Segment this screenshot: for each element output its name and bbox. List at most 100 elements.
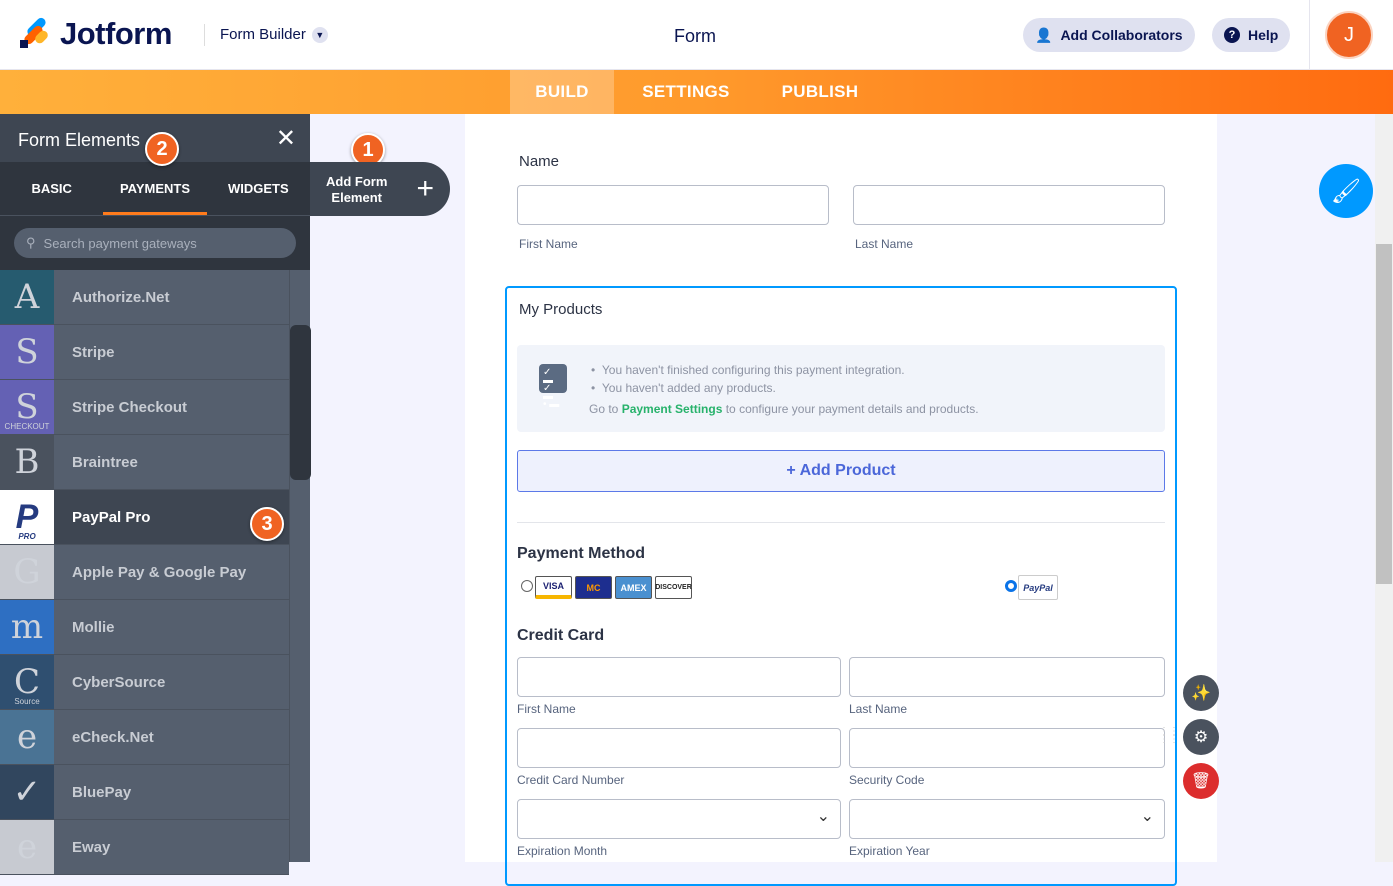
user-icon: 👤: [1035, 26, 1053, 43]
panel-scrollbar[interactable]: [289, 270, 311, 862]
warning-line-1: • You haven't finished configuring this …: [591, 363, 905, 377]
gateway-item[interactable]: G Apple Pay & Google Pay: [0, 545, 289, 600]
gateway-item[interactable]: A Authorize.Net: [0, 270, 289, 325]
step-badge-3: 3: [250, 507, 284, 541]
drag-handle-icon[interactable]: ⋮⋮ ⋮⋮: [1159, 727, 1179, 745]
tab-build[interactable]: BUILD: [510, 70, 614, 114]
panel-title: Form Elements: [18, 130, 141, 150]
expiration-month-select[interactable]: [517, 799, 841, 839]
gateway-label: eCheck.Net: [72, 728, 154, 746]
help-icon: ?: [1224, 27, 1240, 43]
help-label: Help: [1248, 27, 1279, 43]
gateway-logo-icon: ✓: [0, 765, 54, 819]
trash-icon[interactable]: 🗑: [1183, 763, 1219, 799]
step-badge-2: 2: [145, 132, 179, 166]
gateway-logo-icon: B: [0, 435, 54, 489]
tab-settings[interactable]: SETTINGS: [626, 70, 746, 114]
payment-warning: ✓ ▬ ✓ ▬ • ▬ • You haven't finished configu…: [517, 345, 1165, 432]
security-code-sublabel: Security Code: [849, 773, 925, 787]
products-label: My Products: [519, 301, 603, 318]
help-button[interactable]: ? Help: [1212, 18, 1291, 52]
paypal-logo: PayPal: [1018, 575, 1058, 600]
cc-first-name-input[interactable]: [517, 657, 841, 697]
credit-card-radio[interactable]: [521, 580, 533, 592]
gateway-item[interactable]: B Braintree: [0, 435, 289, 490]
expiration-month-sublabel: Expiration Month: [517, 844, 608, 858]
gateway-item[interactable]: P PRO PayPal Pro: [0, 490, 289, 545]
wand-icon[interactable]: ✨: [1183, 675, 1219, 711]
divider: [517, 522, 1165, 523]
gateway-label: Authorize.Net: [72, 288, 170, 306]
form-builder-dropdown[interactable]: Form Builder ▼: [220, 26, 328, 43]
form-elements-panel: Form Elements ✕ BASIC PAYMENTS WIDGETS ⚲ S…: [0, 114, 311, 875]
form-title[interactable]: Form: [674, 26, 716, 47]
page-scrollbar[interactable]: [1375, 114, 1393, 862]
expiration-year-select[interactable]: [849, 799, 1165, 839]
scrollbar-thumb[interactable]: [290, 325, 311, 480]
main-nav: BUILD SETTINGS PUBLISH: [0, 70, 1393, 114]
security-code-input[interactable]: [849, 728, 1165, 768]
add-collaborators-button[interactable]: 👤 Add Collaborators: [1023, 18, 1195, 52]
payment-settings-link[interactable]: Payment Settings: [622, 402, 723, 416]
amex-card-icon: AMEX: [615, 576, 652, 599]
top-header: Jotform Form Builder ▼ Form 👤 Add Collabor…: [0, 0, 1393, 70]
gateway-logo-icon: S CHECKOUT: [0, 380, 54, 434]
divider: [204, 24, 205, 46]
gateway-label: Apple Pay & Google Pay: [72, 563, 247, 581]
paint-roller-icon[interactable]: 🖌: [1319, 164, 1373, 218]
search-input[interactable]: ⚲ Search payment gateways: [14, 228, 296, 258]
tab-basic[interactable]: BASIC: [0, 162, 103, 215]
gateway-label: Braintree: [72, 453, 138, 471]
add-product-button[interactable]: + Add Product: [517, 450, 1165, 492]
visa-card-icon: VISA: [535, 576, 572, 599]
gateway-item[interactable]: S Stripe: [0, 325, 289, 380]
gateway-item[interactable]: m Mollie: [0, 600, 289, 655]
gateway-item[interactable]: e eCheck.Net: [0, 710, 289, 765]
close-icon[interactable]: ✕: [276, 124, 296, 153]
cc-last-name-input[interactable]: [849, 657, 1165, 697]
last-name-sublabel: Last Name: [855, 237, 914, 251]
gateway-item[interactable]: C Source CyberSource: [0, 655, 289, 710]
payment-method-label: Payment Method: [517, 545, 646, 562]
gateway-list: A Authorize.Net S Stripe S CHECKOUT Stripe Che…: [0, 270, 289, 875]
search-wrapper: ⚲ Search payment gateways: [0, 216, 310, 272]
cc-number-sublabel: Credit Card Number: [517, 773, 625, 787]
plus-icon: +: [416, 172, 434, 205]
search-placeholder: Search payment gateways: [43, 235, 197, 251]
add-form-element-button[interactable]: Add Form Element +: [310, 162, 450, 216]
add-element-label-2: Element: [331, 190, 382, 205]
avatar[interactable]: J: [1325, 11, 1373, 59]
gateway-item[interactable]: e Eway: [0, 820, 289, 875]
first-name-input[interactable]: [517, 185, 829, 225]
gateway-item[interactable]: ✓ BluePay: [0, 765, 289, 820]
tab-payments[interactable]: PAYMENTS: [103, 162, 207, 215]
paypal-radio[interactable]: [1005, 580, 1017, 592]
checklist-icon: ✓ ▬ ✓ ▬ • ▬: [539, 364, 567, 410]
gateway-logo-icon: e: [0, 710, 54, 764]
gateway-label: Stripe: [72, 343, 115, 361]
search-icon: ⚲: [26, 235, 36, 250]
mastercard-icon: MC: [575, 576, 612, 599]
discover-card-icon: DISCOVER: [655, 576, 692, 599]
gateway-label: Mollie: [72, 618, 115, 636]
tab-widgets[interactable]: WIDGETS: [207, 162, 310, 215]
gateway-item[interactable]: S CHECKOUT Stripe Checkout: [0, 380, 289, 435]
gear-icon[interactable]: ⚙: [1183, 719, 1219, 755]
cc-first-name-sublabel: First Name: [517, 702, 576, 716]
gateway-label: PayPal Pro: [72, 508, 151, 526]
tab-publish[interactable]: PUBLISH: [768, 70, 872, 114]
last-name-input[interactable]: [853, 185, 1165, 225]
gateway-label: BluePay: [72, 783, 132, 801]
panel-tabs: BASIC PAYMENTS WIDGETS: [0, 162, 310, 216]
warning-line-3: Go to Payment Settings to configure your…: [589, 402, 979, 416]
cc-last-name-sublabel: Last Name: [849, 702, 908, 716]
gateway-logo-icon: P PRO: [0, 490, 54, 544]
gateway-label: Eway: [72, 838, 111, 856]
jotform-logo[interactable]: Jotform: [18, 16, 172, 52]
add-element-label-1: Add Form: [326, 174, 388, 189]
gateway-logo-icon: C Source: [0, 655, 54, 709]
jotform-logo-icon: [18, 16, 50, 50]
add-collaborators-label: Add Collaborators: [1060, 27, 1183, 43]
page-scrollbar-thumb[interactable]: [1376, 244, 1392, 584]
cc-number-input[interactable]: [517, 728, 841, 768]
